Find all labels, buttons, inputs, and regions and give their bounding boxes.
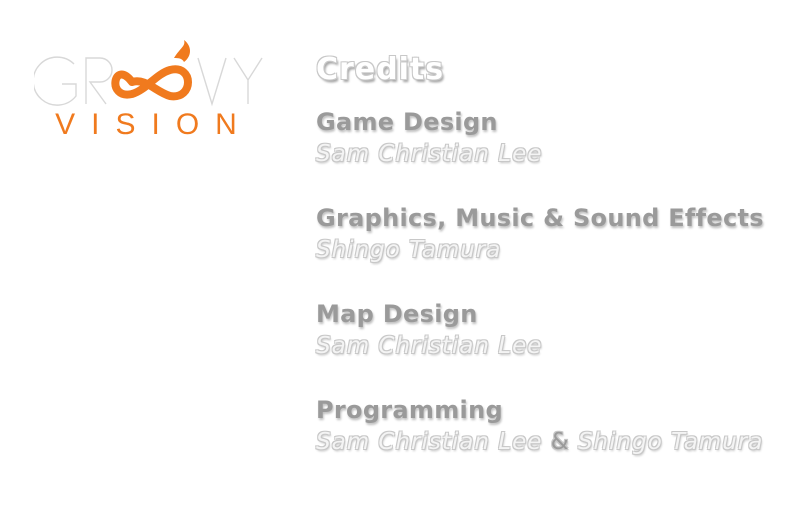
credit-section-programming: Programming Sam Christian Lee & Shingo T… (316, 394, 803, 458)
logo-graphic: VISION (34, 40, 265, 141)
credit-name: Shingo Tamura (577, 429, 764, 455)
credits-panel: Credits Game Design Sam Christian Lee Gr… (316, 50, 803, 458)
credit-role: Graphics, Music & Sound Effects (316, 204, 764, 232)
credit-name: Sam Christian Lee (316, 333, 543, 359)
credit-names: Sam Christian Lee & Shingo Tamura (316, 426, 803, 458)
credit-role: Game Design (316, 108, 498, 136)
credit-section-graphics-music: Graphics, Music & Sound Effects Shingo T… (316, 202, 803, 266)
credit-role: Programming (316, 396, 503, 424)
credit-names: Sam Christian Lee (316, 138, 803, 170)
credit-joiner: & (550, 429, 570, 455)
credit-name: Sam Christian Lee (316, 141, 543, 167)
credits-title: Credits (316, 52, 445, 87)
groovy-vision-logo: VISION (34, 38, 274, 142)
credit-names: Shingo Tamura (316, 234, 803, 266)
logo-subtitle: VISION (55, 108, 253, 141)
credit-section-game-design: Game Design Sam Christian Lee (316, 106, 803, 170)
credit-name: Shingo Tamura (316, 237, 502, 263)
credit-name: Sam Christian Lee (316, 429, 543, 455)
credit-names: Sam Christian Lee (316, 330, 803, 362)
credit-section-map-design: Map Design Sam Christian Lee (316, 298, 803, 362)
credit-role: Map Design (316, 300, 478, 328)
